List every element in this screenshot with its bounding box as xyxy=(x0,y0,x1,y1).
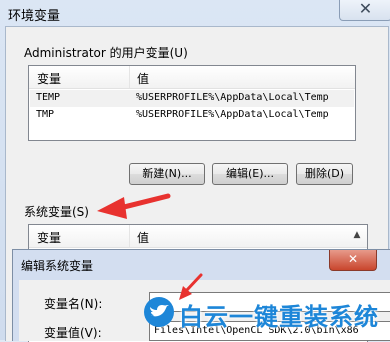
annotation-arrow-icon xyxy=(179,273,203,300)
watermark-text: 白云一键重装系统 xyxy=(179,303,379,331)
bird-logo-icon xyxy=(144,297,174,327)
